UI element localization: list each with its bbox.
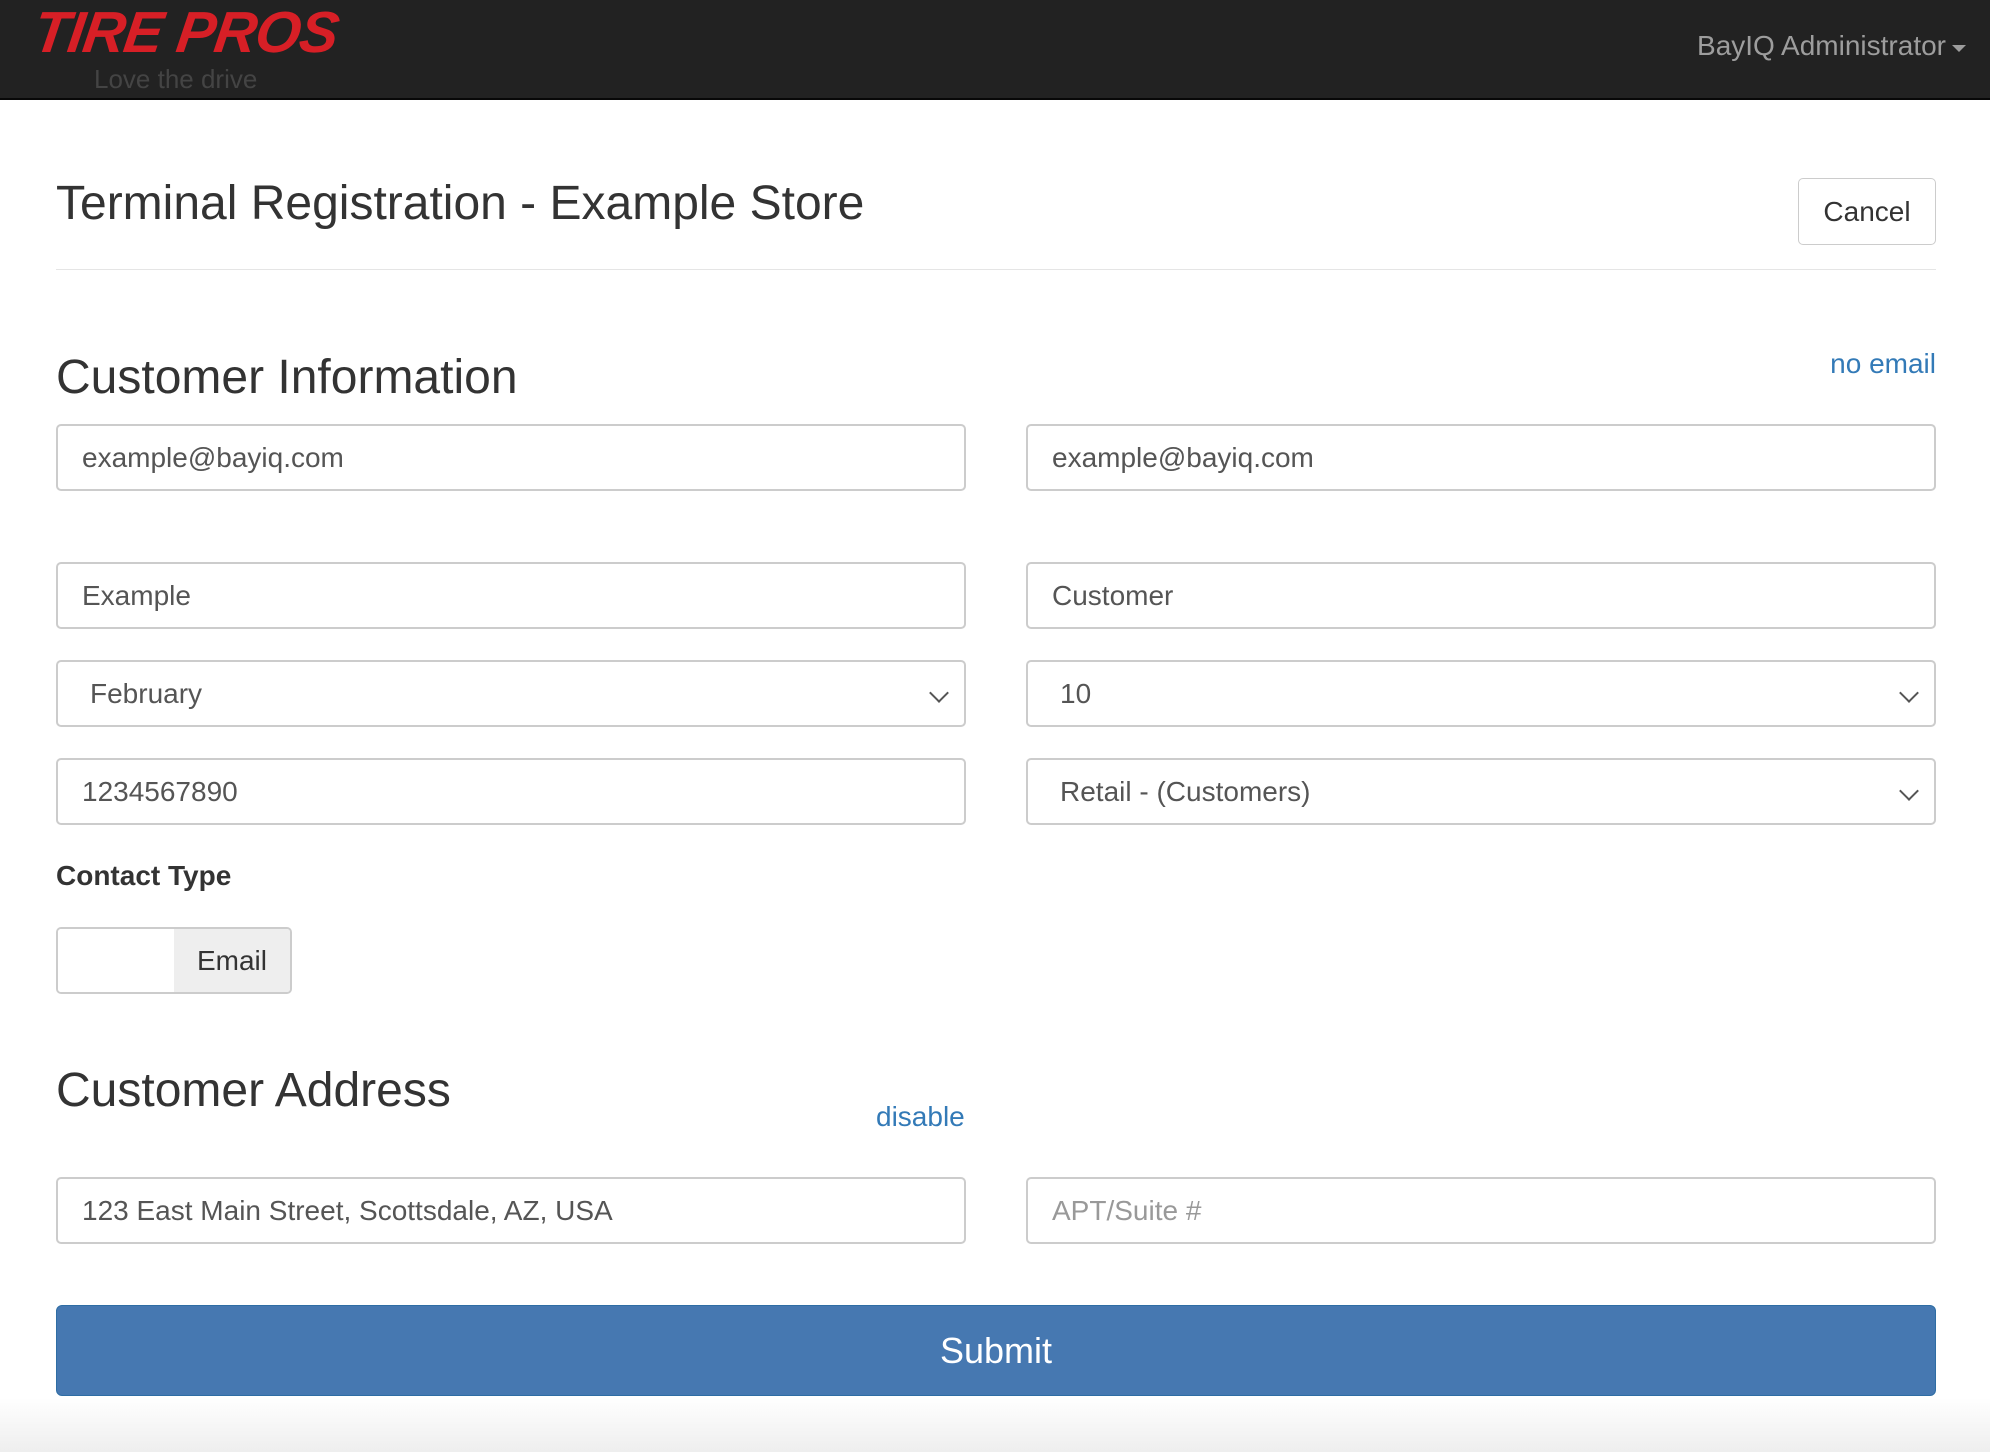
no-email-link[interactable]: no email [1830,348,1936,380]
toggle-email-option: Email [174,929,290,992]
chevron-down-icon [1899,683,1919,703]
customer-address-heading: Customer Address [56,1064,451,1117]
caret-down-icon [1952,44,1966,52]
contact-type-label: Contact Type [56,860,232,891]
chevron-down-icon [929,683,949,703]
first-name-field[interactable]: Example [56,562,966,629]
user-name: BayIQ Administrator [1697,30,1946,61]
chevron-down-icon [1899,781,1919,801]
confirm-email-field[interactable]: example@bayiq.com [1026,424,1936,491]
brand-tagline: Love the drive [94,64,258,94]
apt-suite-field[interactable]: APT/Suite # [1026,1177,1936,1244]
brand-logo[interactable]: TIRE PROS Love the drive [30,0,343,94]
toggle-knob [58,929,174,992]
submit-button[interactable]: Submit [56,1305,1936,1396]
last-name-field[interactable]: Customer [1026,562,1936,629]
birth-month-select[interactable]: February [56,660,966,727]
footer-shadow [0,1398,1990,1452]
address-field[interactable]: 123 East Main Street, Scottsdale, AZ, US… [56,1177,966,1244]
page-title: Terminal Registration - Example Store [56,177,865,230]
customer-information-heading: Customer Information [56,351,518,404]
cancel-button[interactable]: Cancel [1798,178,1936,245]
disable-address-link[interactable]: disable [876,1101,965,1133]
header-divider [56,269,1936,270]
brand-name: TIRE PROS [29,0,343,65]
birth-day-select[interactable]: 10 [1026,660,1936,727]
phone-field[interactable]: 1234567890 [56,758,966,825]
top-navbar: TIRE PROS Love the drive BayIQ Administr… [0,0,1990,100]
contact-type-toggle[interactable]: Email [56,927,292,994]
customer-type-select[interactable]: Retail - (Customers) [1026,758,1936,825]
email-field[interactable]: example@bayiq.com [56,424,966,491]
user-menu-dropdown[interactable]: BayIQ Administrator [1697,30,1966,62]
